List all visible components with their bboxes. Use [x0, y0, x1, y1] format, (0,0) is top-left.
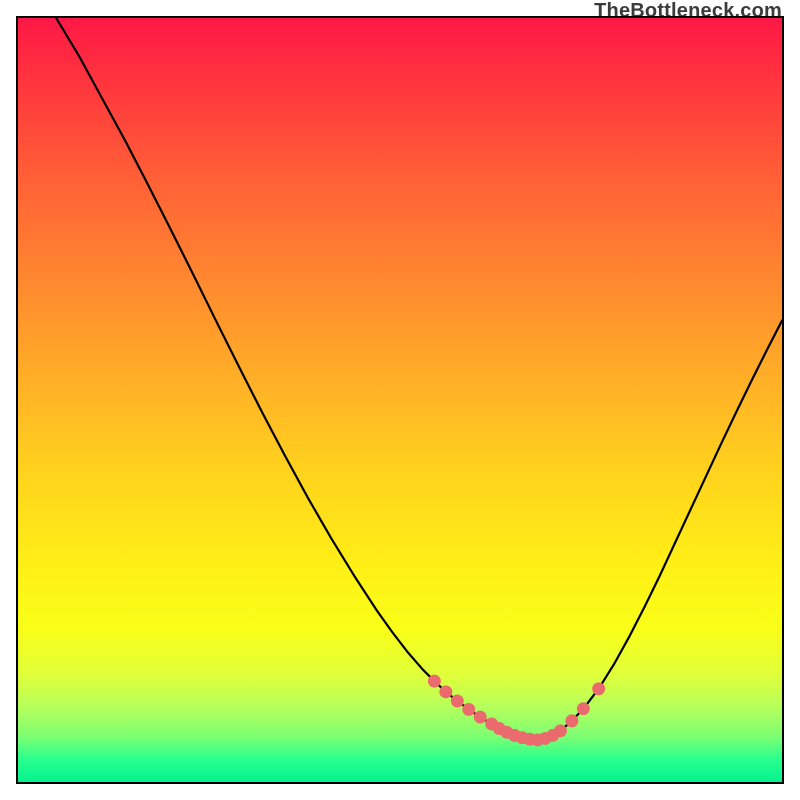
data-marker: [428, 675, 441, 688]
curve-svg: [18, 18, 782, 782]
bottleneck-curve: [56, 18, 782, 740]
data-marker: [554, 724, 567, 737]
data-marker: [451, 695, 464, 708]
marker-group: [428, 675, 605, 747]
curve-group: [56, 18, 782, 740]
data-marker: [577, 702, 590, 715]
data-marker: [474, 711, 487, 724]
data-marker: [462, 703, 475, 716]
plot-frame: [16, 16, 784, 784]
data-marker: [565, 714, 578, 727]
chart-container: TheBottleneck.com: [0, 0, 800, 800]
data-marker: [592, 682, 605, 695]
data-marker: [439, 685, 452, 698]
